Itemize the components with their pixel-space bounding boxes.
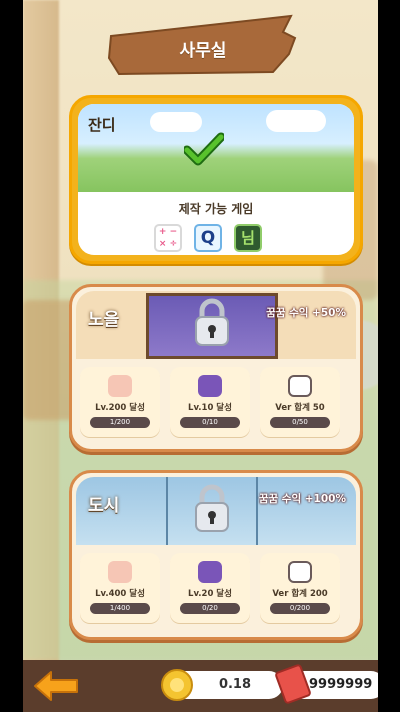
page-title: 사무실 — [179, 41, 227, 61]
income-bonus: 꿈꿈 수익 +50% — [266, 307, 346, 319]
office-screen: 사무실 잔디 제작 가능 게임 + − × ÷ Q 님 노을 꿈꿈 수익 +50… — [23, 0, 378, 712]
progress-bar: 0/50 — [270, 417, 330, 428]
requirement-item: Lv.10 달성 0/10 — [170, 367, 250, 437]
requirement-item: Lv.200 달성 1/200 — [80, 367, 160, 437]
check-icon — [184, 132, 224, 166]
game-icon-list: + − × ÷ Q 님 — [154, 224, 274, 254]
location-card-city[interactable]: 도시 꿈꿈 수익 +100% Lv.400 달성 1/400 Lv.20 달성 … — [69, 470, 363, 640]
progress-bar: 0/20 — [180, 603, 240, 614]
location-card-sunset[interactable]: 노을 꿈꿈 수익 +50% Lv.200 달성 1/200 Lv.10 달성 0… — [69, 284, 363, 452]
back-arrow-icon[interactable] — [33, 670, 79, 702]
progress-bar: 1/400 — [90, 603, 150, 614]
paw-icon — [108, 375, 132, 397]
craftable-games-label: 제작 가능 게임 — [178, 202, 254, 216]
requirement-item: Ver 합계 50 0/50 — [260, 367, 340, 437]
requirement-item: Lv.400 달성 1/400 — [80, 553, 160, 623]
lock-icon — [195, 484, 229, 532]
location-name: 도시 — [88, 496, 120, 516]
monitor-icon — [198, 561, 222, 583]
gamepad-icon — [288, 561, 312, 583]
coin-icon — [161, 669, 193, 701]
title-banner: 사무실 — [105, 14, 301, 76]
location-card-grass[interactable]: 잔디 제작 가능 게임 + − × ÷ Q 님 — [69, 95, 363, 264]
coin-counter: 0.18 — [161, 669, 283, 701]
location-name: 잔디 — [88, 116, 116, 134]
lock-icon — [195, 298, 229, 346]
requirement-item: Ver 합계 200 0/200 — [260, 553, 340, 623]
location-name: 노을 — [88, 310, 120, 330]
ticket-icon — [274, 663, 312, 705]
letter-q-icon: Q — [194, 224, 222, 252]
requirement-list: Lv.400 달성 1/400 Lv.20 달성 0/20 Ver 합계 200… — [80, 553, 352, 625]
math-symbols-icon: + − × ÷ — [154, 224, 182, 252]
requirement-list: Lv.200 달성 1/200 Lv.10 달성 0/10 Ver 합계 50 … — [80, 367, 352, 439]
progress-bar: 0/200 — [270, 603, 330, 614]
ticket-counter: 9999999 — [274, 663, 378, 705]
progress-bar: 0/10 — [180, 417, 240, 428]
progress-bar: 1/200 — [90, 417, 150, 428]
bottom-bar: 0.18 9999999 — [23, 660, 378, 712]
sunset-scene: 노을 꿈꿈 수익 +50% — [76, 291, 356, 359]
monitor-icon — [198, 375, 222, 397]
korean-letter-icon: 님 — [234, 224, 262, 252]
gamepad-icon — [288, 375, 312, 397]
city-scene: 도시 꿈꿈 수익 +100% — [76, 477, 356, 545]
income-bonus: 꿈꿈 수익 +100% — [258, 493, 346, 505]
requirement-item: Lv.20 달성 0/20 — [170, 553, 250, 623]
paw-icon — [108, 561, 132, 583]
